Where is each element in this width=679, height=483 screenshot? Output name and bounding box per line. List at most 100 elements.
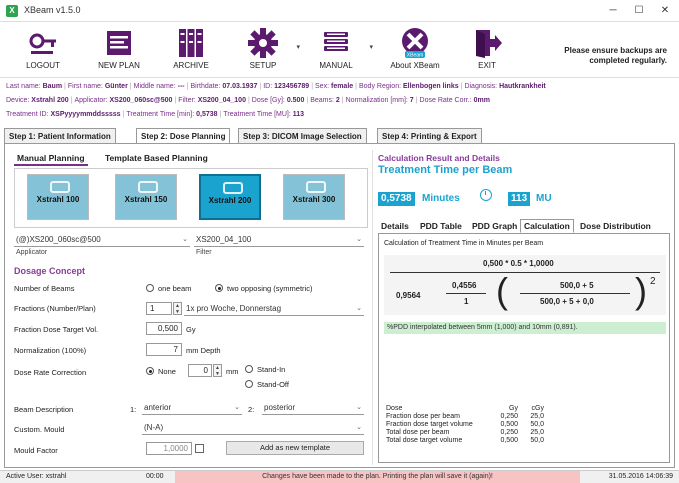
minimize-button[interactable]: ─ (602, 3, 624, 19)
status-datetime: 31.05.2016 14:06:39 (608, 473, 673, 480)
beam1-description-select[interactable]: anterior ⌄ (142, 401, 242, 415)
dose-rate-input[interactable]: 0 (188, 364, 212, 377)
formula-main-bar (390, 272, 660, 273)
manual-button[interactable]: MANUAL ▾ (305, 25, 373, 77)
tab-pdd-table[interactable]: PDD Table (416, 219, 466, 233)
info-separator: | (259, 83, 262, 90)
info-value: 0mm (473, 97, 490, 104)
tab-dose-distribution[interactable]: Dose Distribution (576, 219, 655, 233)
new-plan-icon (107, 31, 131, 55)
device-info-row: Device: Xstrahl 200 | Applicator: XS200_06… (0, 94, 679, 108)
tab-details[interactable]: Details (377, 219, 413, 233)
archive-button[interactable]: ARCHIVE (160, 25, 222, 77)
tab-pdd-graph[interactable]: PDD Graph (468, 219, 521, 233)
active-user: Active User: xstrahl (6, 473, 67, 480)
tab-calculation[interactable]: Calculation (520, 219, 574, 233)
backup-reminder: Please ensure backups are completed regu… (564, 46, 667, 65)
applicator-label: Applicator (16, 249, 48, 256)
stand-off-radio[interactable] (245, 380, 253, 388)
info-key: Treatment Time [MU]: (223, 111, 291, 118)
exit-button[interactable]: EXIT (456, 25, 518, 77)
applicator-select[interactable]: (@)XS200_060sc@500 ⌄ (14, 233, 190, 247)
patient-info-bar: Last name: Baum | First name: Günter | Middl… (0, 80, 679, 125)
maximize-button[interactable]: ☐ (628, 3, 650, 19)
minutes-unit: Minutes (422, 193, 460, 204)
formula-c-bar (520, 293, 630, 294)
table-row: Fraction dose per beam 0,250 25,0 (386, 413, 544, 420)
table-header: Dose Gy cGy (386, 405, 544, 412)
info-key: Applicator: (74, 97, 108, 104)
two-beams-radio[interactable] (215, 284, 223, 292)
one-beam-radio[interactable] (146, 284, 154, 292)
info-separator: | (70, 97, 73, 104)
dose-rate-stepper[interactable]: ▲ ▼ (213, 364, 222, 377)
tab-step-4[interactable]: Step 4: Printing & Export (377, 128, 482, 144)
tab-template-planning[interactable]: Template Based Planning (102, 152, 211, 166)
machine-xstrahl-300[interactable]: Xstrahl 300 (283, 174, 345, 220)
machine-xstrahl-100[interactable]: Xstrahl 100 (27, 174, 89, 220)
dose-rate-none-label: None (158, 367, 176, 376)
filter-select[interactable]: XS200_04_100 ⌄ (194, 233, 364, 247)
info-value: 7 (409, 97, 414, 104)
info-separator: | (129, 83, 132, 90)
right-paren: ) (635, 270, 647, 311)
setup-caret-icon[interactable]: ▾ (296, 43, 300, 51)
info-key: Middle name: (133, 83, 176, 90)
mould-factor-checkbox[interactable] (195, 444, 204, 453)
dose-rate-none-radio[interactable] (146, 367, 154, 375)
chevron-down-icon: ⌄ (182, 236, 188, 243)
new-plan-label: NEW PLAN (98, 61, 140, 70)
title-bar: X XBeam v1.5.0 ─ ☐ ✕ (0, 0, 679, 22)
fractions-stepper[interactable]: ▲ ▼ (173, 302, 182, 315)
close-button[interactable]: ✕ (654, 3, 676, 19)
mould-factor-input[interactable]: 1,0000 (146, 442, 192, 455)
machine-xstrahl-200[interactable]: Xstrahl 200 (199, 174, 261, 220)
info-value: Hautkrankheit (499, 83, 546, 90)
info-separator: | (247, 97, 250, 104)
beam2-description-select[interactable]: posterior ⌄ (262, 401, 364, 415)
normalization-unit: mm Depth (186, 346, 221, 355)
tab-manual-planning[interactable]: Manual Planning (14, 152, 88, 166)
dose-rate-label: Dose Rate Correction (14, 368, 87, 377)
minutes-value: 0,5738 (378, 192, 415, 206)
xray-machine-icon (223, 182, 243, 194)
tab-step-2[interactable]: Step 2: Dose Planning (136, 128, 231, 144)
info-value: Günter (104, 83, 128, 90)
beam2-number: 2: (248, 405, 255, 414)
info-key: First name: (67, 83, 103, 90)
fractions-label: Fractions (Number/Plan) (14, 304, 96, 313)
status-bar: Active User: xstrahl 00:00 Changes have … (0, 470, 679, 483)
normalization-input[interactable]: 7 (146, 343, 182, 356)
info-separator: | (355, 83, 357, 90)
pdd-interpolation-note: %PDD interpolated between 5mm (1,000) an… (384, 322, 666, 334)
beam1-number: 1: (130, 405, 137, 414)
beams-label: Number of Beams (14, 284, 75, 293)
info-separator: | (311, 83, 314, 90)
fraction-schedule-select[interactable]: 1x pro Woche, Donnerstag ⌄ (184, 302, 364, 316)
chevron-down-icon: ⌄ (234, 404, 240, 411)
about-xbeam-button[interactable]: XBeam About XBeam (384, 25, 446, 77)
info-value: XS200_060sc@500 (109, 97, 173, 104)
setup-button[interactable]: SETUP ▾ (232, 25, 300, 77)
manual-caret-icon[interactable]: ▾ (369, 43, 373, 51)
new-plan-button[interactable]: NEW PLAN (88, 25, 150, 77)
add-template-button[interactable]: Add as new template (226, 441, 364, 455)
dose-rate-unit: mm (226, 367, 239, 376)
fractions-input[interactable]: 1 (146, 302, 172, 315)
machine-xstrahl-150[interactable]: Xstrahl 150 (115, 174, 177, 220)
fraction-dose-input[interactable]: 0,500 (146, 322, 182, 335)
dosage-concept-title: Dosage Concept (14, 266, 86, 276)
gear-icon (248, 28, 278, 58)
stand-in-radio[interactable] (245, 365, 253, 373)
info-key: Device: (6, 97, 30, 104)
tab-step-3[interactable]: Step 3: DICOM Image Selection (238, 128, 367, 144)
logout-button[interactable]: LOGOUT (12, 25, 74, 77)
info-key: Filter: (178, 97, 196, 104)
xray-machine-icon (306, 181, 326, 193)
chevron-down-icon: ⌄ (356, 424, 362, 431)
custom-mould-select[interactable]: (N-A) ⌄ (142, 421, 364, 435)
info-separator: | (64, 83, 66, 90)
info-value: 0,5738 (196, 111, 218, 118)
tab-step-1[interactable]: Step 1: Patient Information (4, 128, 116, 144)
treatment-time-title: Treatment Time per Beam (378, 164, 513, 176)
